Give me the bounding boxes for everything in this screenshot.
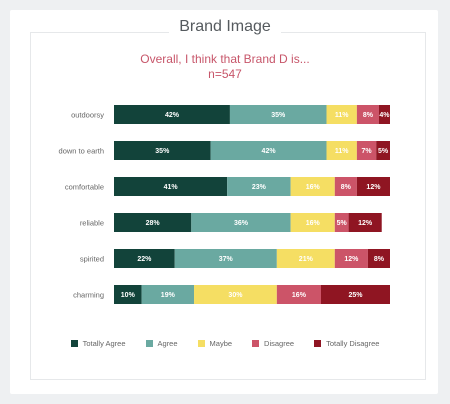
data-label: 36% — [234, 220, 249, 227]
data-label: 16% — [306, 220, 321, 227]
category-label: down to earth — [59, 147, 104, 156]
data-label: 5% — [378, 148, 389, 155]
legend-swatch — [145, 340, 153, 347]
legend-label: Disagree — [264, 339, 295, 348]
category-label: spirited — [80, 255, 104, 264]
legend-swatch — [70, 340, 78, 347]
legend-swatch — [314, 340, 322, 347]
legend-item: Maybe — [197, 339, 233, 348]
legend-label: Totally Disagree — [326, 339, 380, 348]
data-label: 42% — [165, 112, 180, 119]
data-label: 12% — [344, 256, 359, 263]
legend-swatch — [252, 340, 260, 347]
data-label: 35% — [155, 148, 170, 155]
data-label: 16% — [292, 292, 307, 299]
data-label: 11% — [335, 112, 349, 119]
data-label: 35% — [271, 112, 286, 119]
chart-legend: Totally Agree Agree Maybe Disagree Totally D… — [0, 339, 450, 348]
data-label: 21% — [299, 256, 314, 263]
data-label: 16% — [306, 184, 321, 191]
category-label: outdoorsy — [71, 111, 104, 120]
data-label: 23% — [252, 184, 267, 191]
legend-item: Disagree — [252, 339, 294, 348]
legend-item: Totally Disagree — [314, 339, 379, 348]
data-label: 8% — [341, 184, 352, 191]
legend-item: Totally Agree — [70, 339, 126, 348]
data-label: 19% — [161, 292, 176, 299]
legend-label: Agree — [157, 339, 178, 348]
category-label: comfortable — [65, 183, 104, 192]
data-label: 28% — [146, 220, 161, 227]
category-label: charming — [73, 291, 104, 300]
data-label: 10% — [121, 292, 136, 299]
legend-item: Agree — [145, 339, 178, 348]
data-label: 5% — [337, 220, 348, 227]
data-label: 12% — [358, 220, 373, 227]
category-label: reliable — [80, 219, 104, 228]
data-label: 37% — [219, 256, 234, 263]
data-label: 30% — [228, 292, 243, 299]
legend-label: Totally Agree — [82, 339, 126, 348]
data-label: 22% — [137, 256, 152, 263]
data-label: 11% — [335, 148, 349, 155]
data-label: 41% — [164, 184, 179, 191]
data-label: 7% — [361, 148, 372, 155]
data-label: 4% — [379, 112, 390, 119]
data-label: 8% — [363, 112, 374, 119]
legend-swatch — [197, 340, 205, 347]
data-label: 8% — [374, 256, 385, 263]
data-label: 42% — [262, 148, 277, 155]
data-label: 25% — [348, 292, 363, 299]
data-label: 12% — [366, 184, 381, 191]
legend-label: Maybe — [209, 339, 233, 348]
